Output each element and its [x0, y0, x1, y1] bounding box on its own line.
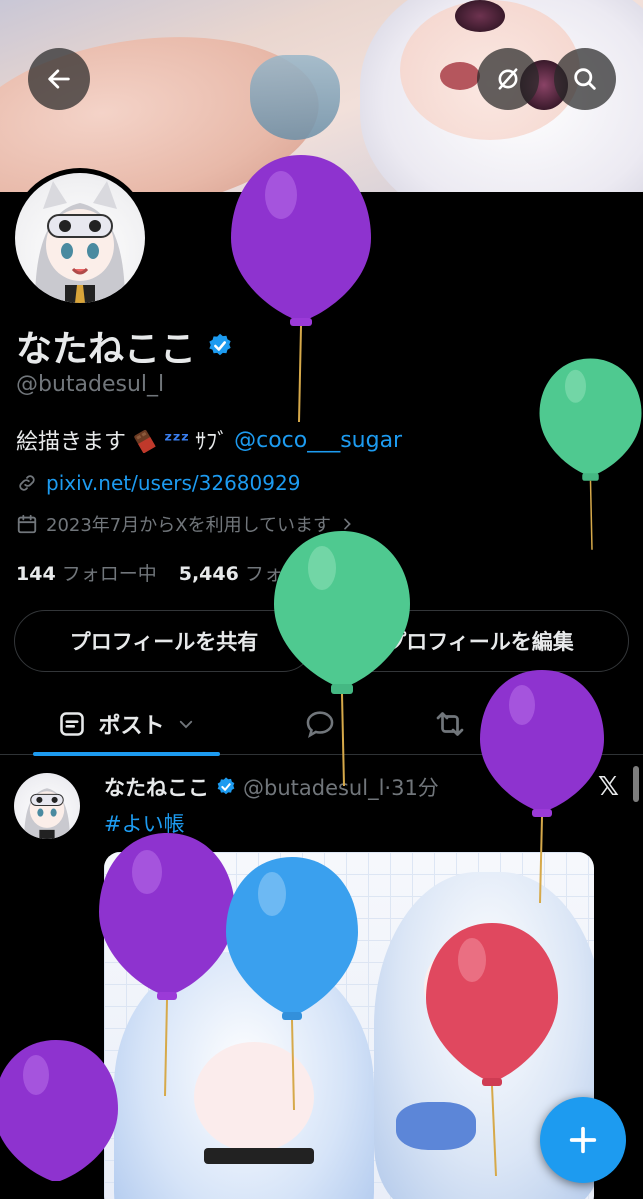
bio-mention-link[interactable]: @coco___sugar: [234, 428, 402, 453]
balloon-blue-1: [226, 857, 358, 1111]
profile-bio: 絵描きます ᶻᶻᶻ ｻﾌﾞ @coco___sugar: [16, 424, 402, 456]
post-avatar[interactable]: [14, 773, 80, 839]
search-icon: [574, 68, 596, 90]
link-icon: [19, 475, 35, 491]
profile-handle: @butadesul_l: [16, 372, 165, 397]
balloon-purple-2: [480, 670, 604, 904]
website-url[interactable]: pixiv.net/users/32680929: [46, 471, 300, 495]
following-label: フォロー中: [61, 563, 157, 585]
zzz-emoji: ᶻᶻᶻ: [164, 428, 190, 452]
share-profile-button[interactable]: プロフィールを共有: [14, 610, 314, 672]
profile-avatar[interactable]: [10, 168, 150, 308]
post-avatar-illustration: [24, 788, 70, 839]
tab-active-indicator: [33, 752, 220, 756]
following-link[interactable]: 144 フォロー中: [16, 559, 157, 586]
chocolate-icon: [134, 429, 156, 453]
hide-button[interactable]: [477, 48, 539, 110]
balloon-purple-1: [231, 155, 371, 423]
post-author-name[interactable]: なたねここ: [104, 772, 209, 802]
arrow-left-icon: [48, 69, 70, 89]
search-button[interactable]: [554, 48, 616, 110]
bio-sub-label: ｻﾌﾞ: [195, 430, 229, 455]
display-name: なたねここ: [16, 329, 197, 370]
plus-icon: [569, 1126, 597, 1154]
repost-icon: [436, 712, 464, 736]
verified-badge-icon: [217, 777, 235, 795]
balloon-green-1: [539, 358, 642, 550]
followers-count: 5,446: [178, 563, 239, 585]
scrollbar-thumb[interactable]: [633, 766, 639, 802]
profile-name: なたねここ: [16, 320, 234, 372]
balloon-green-2: [274, 531, 410, 787]
compose-button[interactable]: [540, 1097, 626, 1183]
tab-posts[interactable]: ポスト: [33, 693, 220, 755]
back-button[interactable]: [28, 48, 90, 110]
tab-posts-label: ポスト: [98, 714, 165, 739]
profile-website[interactable]: pixiv.net/users/32680929: [16, 471, 300, 495]
bio-text: 絵描きます: [16, 430, 127, 455]
posts-icon: [60, 712, 85, 736]
calendar-icon: [17, 514, 37, 534]
eye-slash-icon: [498, 68, 518, 90]
chevron-down-icon: [179, 720, 192, 729]
avatar-illustration: [35, 181, 125, 303]
following-count: 144: [16, 563, 56, 585]
balloon-purple-4: [0, 1040, 118, 1181]
